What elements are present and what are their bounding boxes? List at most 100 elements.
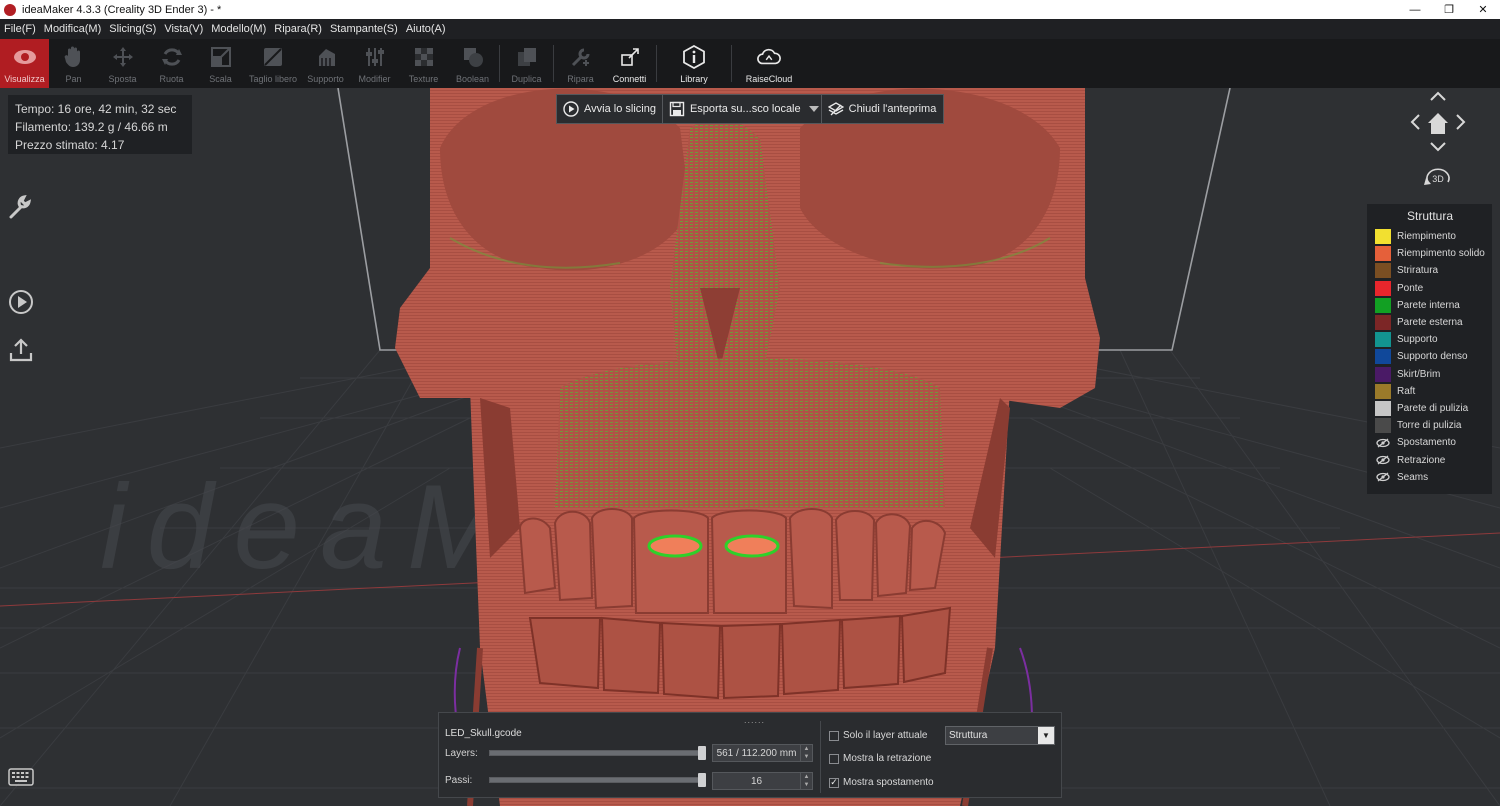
- layers-spinbox[interactable]: 561 / 112.200 mm ▲ ▼: [712, 744, 813, 762]
- legend-item-label: Supporto denso: [1397, 351, 1468, 363]
- only-current-layer-checkbox[interactable]: Solo il layer attuale: [829, 730, 928, 741]
- legend-item-label: Supporto: [1397, 334, 1438, 346]
- rotate-icon: [160, 45, 184, 69]
- menu-stampante[interactable]: Stampante(S): [330, 23, 398, 35]
- tool-visualizza[interactable]: Visualizza: [0, 39, 49, 88]
- layers-slider-thumb[interactable]: [698, 746, 706, 760]
- menu-modifica[interactable]: Modifica(M): [44, 23, 101, 35]
- layers-slider[interactable]: [489, 746, 706, 760]
- tool-pan[interactable]: Pan: [49, 39, 98, 88]
- legend-item[interactable]: Parete interna: [1375, 297, 1492, 314]
- window-controls: — ❐ ✕: [1398, 0, 1500, 19]
- legend-item[interactable]: Parete esterna: [1375, 314, 1492, 331]
- legend-item[interactable]: Riempimento: [1375, 228, 1492, 245]
- tool-texture[interactable]: Texture: [399, 39, 448, 88]
- eye-hidden-icon[interactable]: [1375, 470, 1391, 485]
- steps-spin-arrows[interactable]: ▲ ▼: [800, 773, 812, 789]
- menu-slicing[interactable]: Slicing(S): [109, 23, 156, 35]
- menu-modello[interactable]: Modello(M): [211, 23, 266, 35]
- export-dropdown-icon[interactable]: [807, 106, 821, 112]
- tool-connetti[interactable]: Connetti: [605, 39, 654, 88]
- tool-raisecloud[interactable]: RaiseCloud: [734, 39, 804, 88]
- layers-spin-arrows[interactable]: ▲ ▼: [800, 745, 812, 761]
- checkbox-box[interactable]: ✓: [829, 777, 839, 788]
- legend-toggle-item[interactable]: Retrazione: [1375, 451, 1492, 468]
- legend-item[interactable]: Raft: [1375, 383, 1492, 400]
- close-preview-button[interactable]: Chiudi l'anteprima: [822, 95, 943, 123]
- tool-supporto[interactable]: Supporto: [301, 39, 350, 88]
- support-icon: [314, 45, 338, 69]
- tool-library[interactable]: Library: [659, 39, 729, 88]
- cut-icon: [261, 45, 285, 69]
- scale-icon: [209, 45, 233, 69]
- keyboard-icon[interactable]: [8, 767, 34, 787]
- checkbox-box[interactable]: [829, 753, 839, 764]
- app-logo-icon: [4, 3, 16, 16]
- menu-bar: File(F) Modifica(M) Slicing(S) Vista(V) …: [0, 19, 1500, 39]
- layer-preview-panel: ...... LED_Skull.gcode Layers: 561 / 112…: [438, 712, 1062, 798]
- library-icon: [682, 45, 706, 69]
- legend-item-label: Parete esterna: [1397, 317, 1463, 329]
- upload-icon[interactable]: [7, 336, 35, 364]
- legend-item[interactable]: Torre di pulizia: [1375, 417, 1492, 434]
- minimize-button[interactable]: —: [1398, 0, 1432, 19]
- tool-ripara[interactable]: Ripara: [556, 39, 605, 88]
- menu-aiuto[interactable]: Aiuto(A): [406, 23, 446, 35]
- play-preview-icon[interactable]: [7, 288, 35, 316]
- checkbox-box[interactable]: [829, 730, 839, 741]
- legend-item[interactable]: Supporto: [1375, 331, 1492, 348]
- tool-boolean[interactable]: Boolean: [448, 39, 497, 88]
- legend-item[interactable]: Supporto denso: [1375, 348, 1492, 365]
- toolbar-divider: [553, 45, 554, 82]
- legend-toggle-label: Retrazione: [1397, 454, 1446, 466]
- panel-divider: [820, 721, 821, 793]
- legend-item[interactable]: Skirt/Brim: [1375, 366, 1492, 383]
- legend-toggle-label: Spostamento: [1397, 437, 1456, 449]
- steps-slider-thumb[interactable]: [698, 773, 706, 787]
- boolean-icon: [461, 45, 485, 69]
- toolbar-divider: [731, 45, 732, 82]
- maximize-button[interactable]: ❐: [1432, 0, 1466, 19]
- wrench-icon[interactable]: [7, 193, 35, 221]
- connect-icon: [618, 45, 642, 69]
- tool-scala[interactable]: Scala: [196, 39, 245, 88]
- tool-duplica[interactable]: Duplica: [502, 39, 551, 88]
- start-slicing-button[interactable]: Avvia lo slicing: [557, 95, 662, 123]
- hand-icon: [62, 45, 86, 69]
- legend-item[interactable]: Parete di pulizia: [1375, 400, 1492, 417]
- eye-hidden-icon[interactable]: [1375, 453, 1391, 468]
- legend-color-swatch: [1375, 280, 1391, 296]
- legend-toggle-item[interactable]: Spostamento: [1375, 434, 1492, 451]
- panel-drag-handle[interactable]: ......: [744, 715, 765, 725]
- menu-ripara[interactable]: Ripara(R): [274, 23, 322, 35]
- legend-item-label: Riempimento: [1397, 231, 1456, 243]
- ideamaker-window: ideaMaker 4.3.3 (Creality 3D Ender 3) - …: [0, 0, 1500, 806]
- legend-item[interactable]: Ponte: [1375, 280, 1492, 297]
- tool-taglio-libero[interactable]: Taglio libero: [245, 39, 301, 88]
- legend-color-swatch: [1375, 400, 1391, 416]
- skull-model: [395, 88, 1100, 806]
- structure-legend: Struttura Riempimento Riempimento solido S…: [1367, 204, 1492, 494]
- tool-modifier[interactable]: Modifier: [350, 39, 399, 88]
- show-travel-checkbox[interactable]: ✓ Mostra spostamento: [829, 777, 934, 788]
- tool-ruota[interactable]: Ruota: [147, 39, 196, 88]
- eye-hidden-icon[interactable]: [1375, 435, 1391, 450]
- show-retraction-checkbox[interactable]: Mostra la retrazione: [829, 753, 931, 764]
- steps-label: Passi:: [445, 775, 473, 786]
- steps-slider[interactable]: [489, 773, 706, 787]
- 3d-viewport[interactable]: ideaMaker: [0, 88, 1500, 806]
- legend-toggle-item[interactable]: Seams: [1375, 469, 1492, 486]
- menu-file[interactable]: File(F): [4, 23, 36, 35]
- legend-item[interactable]: Riempimento solido: [1375, 245, 1492, 262]
- menu-vista[interactable]: Vista(V): [164, 23, 203, 35]
- tool-sposta[interactable]: Sposta: [98, 39, 147, 88]
- legend-toggle-label: Seams: [1397, 471, 1429, 483]
- main-toolbar: Visualizza Pan Sposta Ruota Scala Taglio…: [0, 39, 1500, 88]
- legend-item-label: Skirt/Brim: [1397, 368, 1441, 380]
- export-local-button[interactable]: Esporta su...sco locale: [663, 95, 807, 123]
- legend-item[interactable]: Striratura: [1375, 262, 1492, 279]
- close-button[interactable]: ✕: [1466, 0, 1500, 19]
- steps-spinbox[interactable]: 16 ▲ ▼: [712, 772, 813, 790]
- view-mode-select[interactable]: Struttura ▼: [945, 726, 1055, 745]
- steps-slider-fill: [490, 778, 705, 782]
